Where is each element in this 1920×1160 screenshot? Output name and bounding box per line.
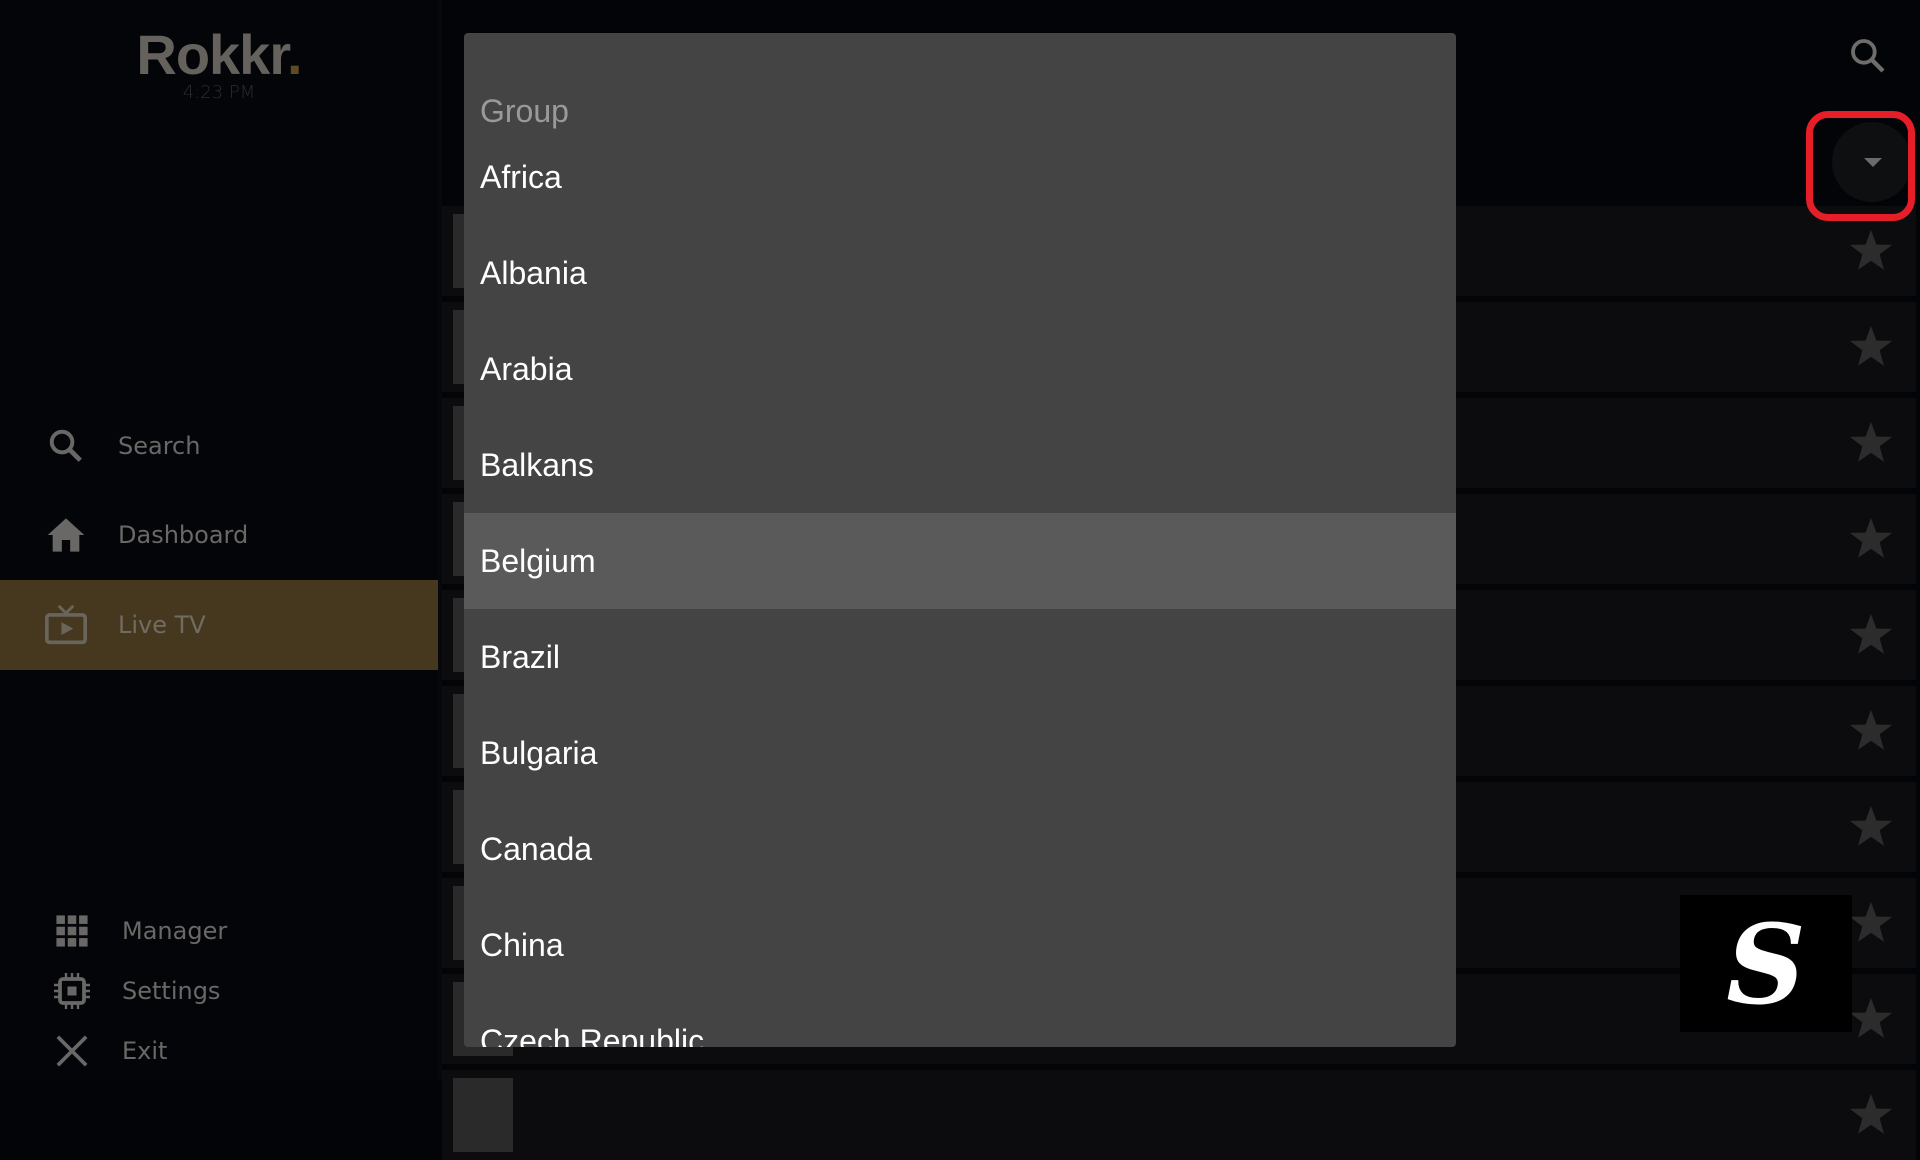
option-label: Arabia xyxy=(480,350,573,387)
dropdown-title: Group xyxy=(480,93,569,129)
star-icon[interactable] xyxy=(1848,996,1894,1044)
sidebar-item-live-tv[interactable]: Live TV xyxy=(0,580,438,670)
logo-text: Rokkr xyxy=(136,23,288,86)
sidebar-item-label: Settings xyxy=(122,977,221,1005)
option-label: Belgium xyxy=(480,542,596,579)
option-label: Czech Republic xyxy=(480,1022,705,1048)
option-label: Brazil xyxy=(480,638,561,675)
watermark-logo: S xyxy=(1680,895,1852,1032)
sidebar-item-dashboard[interactable]: Dashboard xyxy=(0,490,438,580)
option-label: Albania xyxy=(480,254,587,291)
dropdown-option[interactable]: Albania xyxy=(464,225,1456,321)
home-icon xyxy=(44,513,88,557)
star-icon[interactable] xyxy=(1848,420,1894,468)
dropdown-option[interactable]: China xyxy=(464,897,1456,993)
option-label: Bulgaria xyxy=(480,734,598,771)
star-icon[interactable] xyxy=(1848,708,1894,756)
tv-icon xyxy=(44,603,88,647)
group-dropdown: Group Africa Albania Arabia Balkans Belgium B… xyxy=(464,33,1456,1047)
sidebar-item-exit[interactable]: Exit xyxy=(0,1006,438,1096)
rokkr-logo: Rokkr. xyxy=(0,22,438,87)
search-icon[interactable] xyxy=(1848,36,1888,80)
highlight-annotation xyxy=(1806,111,1915,221)
dropdown-option[interactable]: Belgium xyxy=(464,513,1456,609)
option-label: Canada xyxy=(480,830,593,867)
sidebar-item-label: Search xyxy=(118,432,201,460)
dropdown-option[interactable]: Africa xyxy=(464,129,1456,225)
star-icon[interactable] xyxy=(1848,516,1894,564)
clock: 4:23 PM xyxy=(182,82,256,103)
sidebar-item-label: Manager xyxy=(122,917,228,945)
channel-row[interactable] xyxy=(442,1070,1916,1160)
close-icon xyxy=(50,1029,94,1073)
logo-dot: . xyxy=(287,23,303,86)
star-icon[interactable] xyxy=(1848,804,1894,852)
dropdown-option[interactable]: Balkans xyxy=(464,417,1456,513)
svg-text:S: S xyxy=(1726,900,1805,1029)
dropdown-option[interactable]: Czech Republic xyxy=(464,993,1456,1048)
option-label: Balkans xyxy=(480,446,594,483)
option-label: Africa xyxy=(480,158,562,195)
dropdown-option[interactable]: Canada xyxy=(464,801,1456,897)
channel-thumbnail xyxy=(453,1078,513,1152)
sidebar: Rokkr. 4:23 PM Search Dashboard Live TV … xyxy=(0,0,442,1080)
star-icon[interactable] xyxy=(1848,228,1894,276)
star-icon[interactable] xyxy=(1848,612,1894,660)
star-icon[interactable] xyxy=(1848,1092,1894,1140)
sidebar-item-search[interactable]: Search xyxy=(0,401,438,491)
option-label: China xyxy=(480,926,564,963)
sidebar-item-label: Dashboard xyxy=(118,521,249,549)
star-icon[interactable] xyxy=(1848,900,1894,948)
dropdown-option[interactable]: Arabia xyxy=(464,321,1456,417)
dropdown-option[interactable]: Bulgaria xyxy=(464,705,1456,801)
dropdown-option[interactable]: Brazil xyxy=(464,609,1456,705)
sidebar-item-label: Live TV xyxy=(118,611,206,639)
search-icon xyxy=(44,424,88,468)
star-icon[interactable] xyxy=(1848,324,1894,372)
sidebar-item-label: Exit xyxy=(122,1037,168,1065)
